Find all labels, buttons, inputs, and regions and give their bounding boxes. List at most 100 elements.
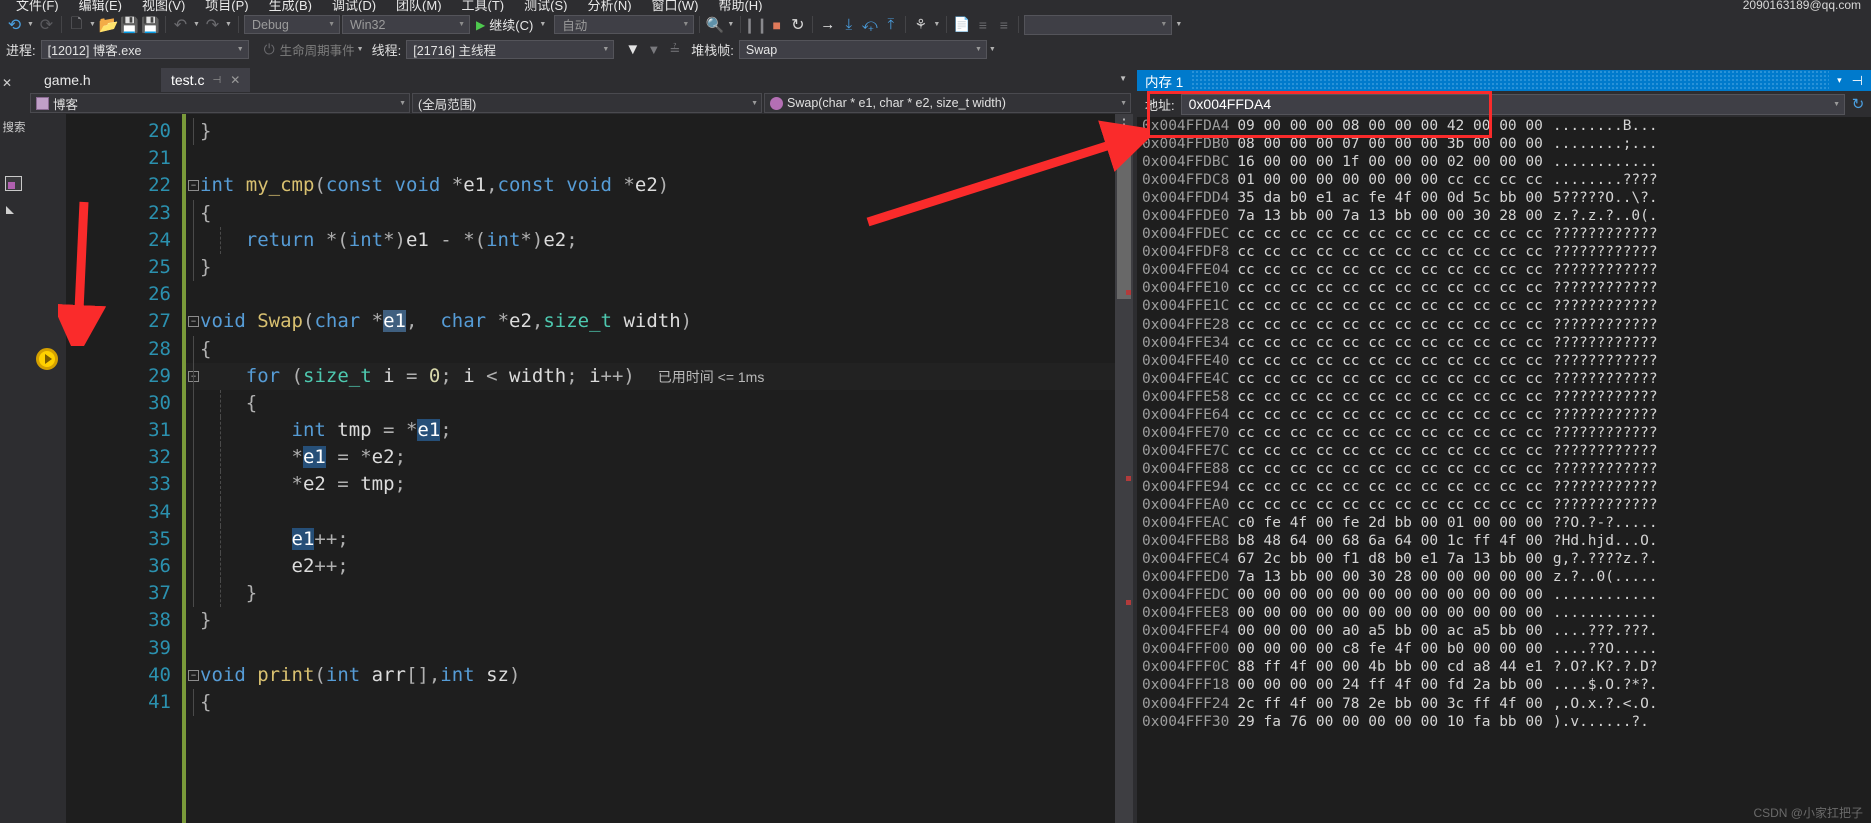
code-line[interactable]: { — [186, 199, 1115, 227]
process-dropdown[interactable]: [12012] 博客.exe ▼ — [40, 40, 249, 59]
solution-explorer-rail-label[interactable]: 搜索 — [2, 122, 26, 134]
memory-row[interactable]: 0x004FFDC8 01 00 00 00 00 00 00 00 cc cc … — [1142, 171, 1871, 189]
open-folder-icon[interactable]: 📂 — [98, 14, 119, 35]
memory-row[interactable]: 0x004FFE04 cc cc cc cc cc cc cc cc cc cc … — [1142, 261, 1871, 279]
memory-row[interactable]: 0x004FFE70 cc cc cc cc cc cc cc cc cc cc … — [1142, 424, 1871, 442]
memory-row[interactable]: 0x004FFEAC c0 fe 4f 00 fe 2d bb 00 01 00 … — [1142, 514, 1871, 532]
scope-dropdown[interactable]: (全局范围) ▼ — [412, 93, 762, 113]
fold-toggle-icon[interactable]: − — [188, 316, 199, 328]
memory-row[interactable]: 0x004FFF24 2c ff 4f 00 78 2e bb 00 3c ff … — [1142, 695, 1871, 713]
menu-item-analyze[interactable]: 分析(N) — [577, 0, 641, 12]
menu-item-edit[interactable]: 编辑(E) — [69, 0, 132, 12]
memory-row[interactable]: 0x004FFE1C cc cc cc cc cc cc cc cc cc cc … — [1142, 297, 1871, 315]
chevron-down-icon[interactable]: ▼ — [1833, 101, 1840, 108]
memory-row[interactable]: 0x004FFDBC 16 00 00 00 1f 00 00 00 02 00 … — [1142, 153, 1871, 171]
editor-indicator-margin[interactable] — [28, 114, 66, 823]
code-line[interactable]: − void Swap(char *e1, char *e2,size_t wid… — [186, 308, 1115, 335]
navigate-forward-icon[interactable]: ⟳ — [36, 14, 57, 35]
editor-navigation-bar[interactable]: 博客 ▼ (全局范围) ▼ Swap(char * e1, char * e2,… — [28, 92, 1133, 114]
indent-icon[interactable]: ≡ — [972, 14, 993, 35]
code-line[interactable]: int tmp = *e1; — [186, 417, 1115, 445]
memory-window[interactable]: 内存 1 ▾ ⊣ 地址: 0x004FFDA4 ▼ ↻ 0x004FFDA4 09… — [1137, 68, 1871, 823]
tab-overflow-icon[interactable]: ▼ — [1119, 74, 1127, 83]
code-line[interactable]: return *(int*)e1 - *(int*)e2; — [186, 226, 1115, 254]
code-text-area[interactable]: } − int my_cmp(const void *e1,const void … — [186, 118, 1115, 823]
refresh-icon[interactable]: ↻ — [1845, 95, 1871, 113]
outdent-icon[interactable]: ≡ — [993, 14, 1014, 35]
continue-caret-icon[interactable]: ▼ — [537, 14, 548, 35]
debug-toolbar-overflow-icon[interactable]: ▼ — [987, 39, 998, 60]
attach-to-process-icon[interactable]: 🔍 — [704, 14, 725, 35]
navigate-back-icon[interactable]: ⟲ — [4, 14, 25, 35]
project-dropdown[interactable]: 博客 ▼ — [30, 93, 410, 113]
code-line[interactable]: − void print(int arr[],int sz) — [186, 662, 1115, 689]
break-all-icon[interactable]: ❙❙ — [743, 14, 768, 35]
lifecycle-caret-icon[interactable]: ▼ — [355, 39, 366, 60]
toolbar-overflow-icon[interactable]: ▼ — [1173, 14, 1184, 35]
memory-row[interactable]: 0x004FFE58 cc cc cc cc cc cc cc cc cc cc … — [1142, 388, 1871, 406]
menu-item-window[interactable]: 窗口(W) — [642, 0, 709, 12]
memory-row[interactable]: 0x004FFED0 7a 13 bb 00 00 30 28 00 00 00 … — [1142, 568, 1871, 586]
left-tool-rail[interactable]: ✕ 搜索 — [0, 68, 28, 823]
memory-row[interactable]: 0x004FFE64 cc cc cc cc cc cc cc cc cc cc … — [1142, 406, 1871, 424]
code-line[interactable] — [186, 498, 1115, 526]
solution-configuration-dropdown[interactable]: Debug ▼ — [244, 15, 340, 34]
flag-icon[interactable]: ▼ — [622, 39, 643, 60]
member-dropdown[interactable]: Swap(char * e1, char * e2, size_t width)… — [764, 93, 1131, 113]
code-line[interactable]: { — [186, 688, 1115, 717]
memory-row[interactable]: 0x004FFEC4 67 2c bb 00 f1 d8 b0 e1 7a 13 … — [1142, 550, 1871, 568]
code-line[interactable]: } — [186, 118, 1115, 146]
stackframe-dropdown[interactable]: Swap ▼ — [738, 40, 987, 59]
close-icon[interactable]: ✕ — [221, 73, 240, 87]
title-drag-handle[interactable] — [1191, 70, 1830, 91]
show-next-statement-icon[interactable]: → — [817, 14, 838, 35]
new-file-icon[interactable]: 📄 — [951, 14, 972, 35]
memory-row[interactable]: 0x004FFF0C 88 ff 4f 00 00 4b bb 00 cd a8 … — [1142, 658, 1871, 676]
continue-button[interactable]: ▶ 继续(C) ▼ — [471, 14, 553, 35]
close-icon[interactable]: ✕ — [2, 76, 12, 90]
memory-row[interactable]: 0x004FFDD4 35 da b0 e1 ac fe 4f 00 0d 5c … — [1142, 189, 1871, 207]
debug-location-toolbar[interactable]: 进程: [12012] 博客.exe ▼ ⏻ 生命周期事件 ▼ 线程: [217… — [0, 37, 1871, 62]
editor-scrollbar-thumb[interactable] — [1117, 144, 1131, 299]
menu-item-team[interactable]: 团队(M) — [386, 0, 452, 12]
memory-row[interactable]: 0x004FFDE0 7a 13 bb 00 7a 13 bb 00 00 30 … — [1142, 207, 1871, 225]
save-icon[interactable]: 💾 — [119, 14, 140, 35]
code-line[interactable]: − int my_cmp(const void *e1,const void *e… — [186, 172, 1115, 199]
redo-caret-icon[interactable]: ▼ — [223, 14, 234, 35]
step-into-icon[interactable]: ⤓ — [838, 14, 859, 35]
memory-row[interactable]: 0x004FFEF4 00 00 00 00 a0 a5 bb 00 ac a5 … — [1142, 622, 1871, 640]
menu-item-view[interactable]: 视图(V) — [132, 0, 195, 12]
memory-row[interactable]: 0x004FFE94 cc cc cc cc cc cc cc cc cc cc … — [1142, 478, 1871, 496]
toggle-thread-icon[interactable]: ≟ — [664, 39, 685, 60]
memory-window-title-bar[interactable]: 内存 1 ▾ ⊣ — [1137, 70, 1871, 91]
memory-row[interactable]: 0x004FFEA0 cc cc cc cc cc cc cc cc cc cc … — [1142, 496, 1871, 514]
filter-icon[interactable]: ▼ — [643, 39, 664, 60]
threads-caret-icon[interactable]: ▼ — [931, 14, 942, 35]
memory-row[interactable]: 0x004FFF30 29 fa 76 00 00 00 00 00 10 fa … — [1142, 713, 1871, 731]
undo-icon[interactable]: ↶ — [170, 14, 191, 35]
new-item-caret-icon[interactable]: ▼ — [87, 14, 98, 35]
memory-row[interactable]: 0x004FFE4C cc cc cc cc cc cc cc cc cc cc … — [1142, 370, 1871, 388]
attach-mode-dropdown[interactable]: 自动 ▼ — [554, 15, 695, 34]
memory-row[interactable]: 0x004FFE28 cc cc cc cc cc cc cc cc cc cc … — [1142, 316, 1871, 334]
chevron-down-icon[interactable]: ▾ — [1837, 75, 1852, 86]
code-line[interactable]: − for (size_t i = 0; i < width; i++) 已用时… — [186, 362, 1115, 390]
menu-item-help[interactable]: 帮助(H) — [708, 0, 772, 12]
memory-row[interactable]: 0x004FFEB8 b8 48 64 00 68 6a 64 00 1c ff … — [1142, 532, 1871, 550]
lifecycle-events-icon[interactable]: ⏻ — [259, 39, 280, 60]
restart-icon[interactable]: ↻ — [787, 14, 808, 35]
code-line[interactable]: } — [186, 580, 1115, 608]
save-all-icon[interactable]: 💾 — [140, 14, 161, 35]
solution-platform-dropdown[interactable]: Win32 ▼ — [342, 15, 470, 34]
memory-row[interactable]: 0x004FFE10 cc cc cc cc cc cc cc cc cc cc … — [1142, 279, 1871, 297]
expand-rail-icon[interactable] — [6, 206, 14, 214]
menu-item-project[interactable]: 项目(P) — [195, 0, 258, 12]
editor-vertical-scrollbar[interactable]: ⋮ — [1115, 114, 1133, 823]
code-line[interactable]: { — [186, 389, 1115, 418]
step-over-icon[interactable]: ⤽ — [859, 14, 880, 35]
menu-item-tools[interactable]: 工具(T) — [452, 0, 515, 12]
code-line[interactable]: e2++; — [186, 553, 1115, 581]
memory-row[interactable]: 0x004FFE40 cc cc cc cc cc cc cc cc cc cc … — [1142, 352, 1871, 370]
navigate-back-caret-icon[interactable]: ▼ — [25, 14, 36, 35]
code-line[interactable] — [186, 145, 1115, 172]
